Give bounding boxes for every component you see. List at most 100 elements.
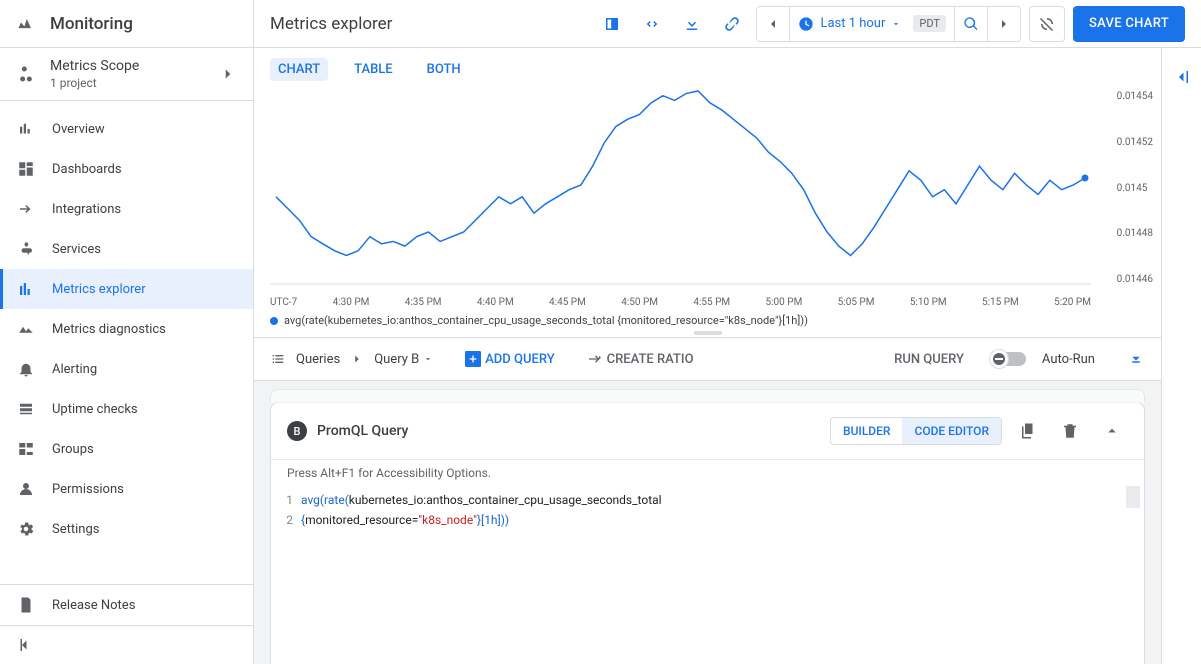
copy-query-button[interactable] <box>1012 415 1044 447</box>
builder-mode-button[interactable]: BUILDER <box>831 418 902 444</box>
tab-both[interactable]: BOTH <box>419 58 469 81</box>
scope-title: Metrics Scope <box>50 58 205 74</box>
metrics-scope-selector[interactable]: Metrics Scope 1 project <box>0 48 253 101</box>
create-ratio-button[interactable]: CREATE RATIO <box>587 351 694 367</box>
dashboards-icon <box>16 159 36 179</box>
chart: 0.01454 0.01452 0.0145 0.01448 0.01446 <box>254 85 1161 295</box>
chart-canvas[interactable] <box>270 85 1091 285</box>
legend-label: avg(rate(kubernetes_io:anthos_container_… <box>284 314 808 327</box>
sidebar-item-uptime[interactable]: Uptime checks <box>0 389 253 429</box>
caret-down-icon <box>423 354 433 364</box>
settings-icon <box>16 519 36 539</box>
time-prev-button[interactable] <box>757 7 789 41</box>
sidebar-item-integrations[interactable]: Integrations <box>0 189 253 229</box>
expand-panel-icon <box>1173 68 1191 86</box>
sidebar-item-label: Release Notes <box>52 598 135 613</box>
chart-legend[interactable]: avg(rate(kubernetes_io:anthos_container_… <box>254 308 1161 329</box>
sidebar-item-metrics-diagnostics[interactable]: Metrics diagnostics <box>0 309 253 349</box>
editor-mode-toggle: BUILDER CODE EDITOR <box>830 417 1002 445</box>
sidebar-item-metrics-explorer[interactable]: Metrics explorer <box>0 269 253 309</box>
queries-label: Queries <box>296 352 340 367</box>
time-next-button[interactable] <box>987 7 1020 41</box>
alerting-icon <box>16 359 36 379</box>
main: Metrics explorer Last 1 hour PDT SAVE CH… <box>254 0 1201 664</box>
sidebar-item-alerting[interactable]: Alerting <box>0 349 253 389</box>
sidebar-item-label: Metrics explorer <box>52 282 146 297</box>
sidebar-item-permissions[interactable]: Permissions <box>0 469 253 509</box>
sidebar-item-groups[interactable]: Groups <box>0 429 253 469</box>
sidebar-item-settings[interactable]: Settings <box>0 509 253 549</box>
scope-icon <box>16 64 36 84</box>
permissions-icon <box>16 479 36 499</box>
sidebar-item-label: Overview <box>52 122 105 137</box>
add-query-button[interactable]: ADD QUERY <box>465 351 554 367</box>
integrations-icon <box>16 199 36 219</box>
prev-panel-peek <box>270 389 1145 403</box>
sidebar-item-release-notes[interactable]: Release Notes <box>0 585 253 625</box>
time-range-button[interactable]: Last 1 hour PDT <box>789 7 954 41</box>
sidebar: Monitoring Metrics Scope 1 project Overv… <box>0 0 254 664</box>
time-range-selector: Last 1 hour PDT <box>756 6 1021 42</box>
sidebar-item-label: Uptime checks <box>52 402 138 417</box>
sidebar-item-dashboards[interactable]: Dashboards <box>0 149 253 189</box>
collapse-panel-button[interactable] <box>1096 415 1128 447</box>
sidebar-header: Monitoring <box>0 0 253 48</box>
sidebar-item-label: Groups <box>52 442 94 457</box>
autorun-label: Auto-Run <box>1042 352 1095 367</box>
sidebar-item-label: Metrics diagnostics <box>52 322 166 337</box>
sidebar-item-label: Permissions <box>52 482 124 497</box>
sidebar-item-label: Alerting <box>52 362 97 377</box>
collapse-queries-button[interactable] <box>1127 350 1145 368</box>
sidebar-item-label: Services <box>52 242 101 257</box>
services-icon <box>16 239 36 259</box>
query-panel: B PromQL Query BUILDER CODE EDITOR Pres <box>270 402 1145 664</box>
chevron-right-icon <box>350 352 364 366</box>
metrics-explorer-icon <box>16 279 36 299</box>
sidebar-item-label: Settings <box>52 522 99 537</box>
line-gutter: 12 <box>271 490 301 530</box>
save-chart-button[interactable]: SAVE CHART <box>1073 6 1185 42</box>
autorun-toggle[interactable] <box>992 352 1026 366</box>
right-panel-collapse[interactable] <box>1161 48 1201 664</box>
tab-chart[interactable]: CHART <box>270 58 328 81</box>
y-axis-labels: 0.01454 0.01452 0.0145 0.01448 0.01446 <box>1117 85 1153 285</box>
groups-icon <box>16 439 36 459</box>
resize-handle[interactable] <box>254 329 1161 337</box>
editor-hint: Press Alt+F1 for Accessibility Options. <box>271 459 1144 486</box>
page-title: Metrics explorer <box>270 14 392 34</box>
tab-table[interactable]: TABLE <box>346 58 401 81</box>
code-button[interactable] <box>636 8 668 40</box>
timezone-badge: PDT <box>913 15 946 32</box>
sidebar-item-overview[interactable]: Overview <box>0 109 253 149</box>
uptime-icon <box>16 399 36 419</box>
view-tabs: CHART TABLE BOTH <box>254 48 1161 85</box>
caret-down-icon <box>891 19 901 29</box>
add-icon <box>465 351 481 367</box>
monitoring-logo-icon <box>16 14 36 34</box>
current-query-dropdown[interactable]: Query B <box>374 352 433 367</box>
run-query-button[interactable]: RUN QUERY <box>894 352 964 367</box>
code-content: avg(rate(kubernetes_io:anthos_container_… <box>301 490 1144 530</box>
diagnostics-icon <box>16 319 36 339</box>
code-editor[interactable]: 12 avg(rate(kubernetes_io:anthos_contain… <box>271 486 1144 664</box>
sidebar-collapse[interactable] <box>0 625 253 664</box>
query-badge: B <box>287 421 307 441</box>
query-panel-area: B PromQL Query BUILDER CODE EDITOR Pres <box>254 381 1161 664</box>
sidebar-item-services[interactable]: Services <box>0 229 253 269</box>
time-zoom-button[interactable] <box>954 7 987 41</box>
x-axis-labels: UTC-7 4:30 PM 4:35 PM 4:40 PM 4:45 PM 4:… <box>254 295 1161 308</box>
delete-query-button[interactable] <box>1054 415 1086 447</box>
clock-icon <box>798 16 814 32</box>
overview-icon <box>16 119 36 139</box>
chevron-right-icon <box>219 65 237 83</box>
queries-list-icon[interactable] <box>270 351 286 367</box>
query-toolbar: Queries Query B ADD QUERY CREATE RATI <box>254 337 1161 381</box>
release-notes-icon <box>16 595 36 615</box>
sidebar-nav: Overview Dashboards Integrations Service… <box>0 101 253 584</box>
panel-toggle-button[interactable] <box>596 8 628 40</box>
code-editor-mode-button[interactable]: CODE EDITOR <box>902 418 1001 444</box>
product-title: Monitoring <box>50 14 133 34</box>
download-button[interactable] <box>676 8 708 40</box>
link-button[interactable] <box>716 8 748 40</box>
sync-off-button[interactable] <box>1029 6 1065 42</box>
